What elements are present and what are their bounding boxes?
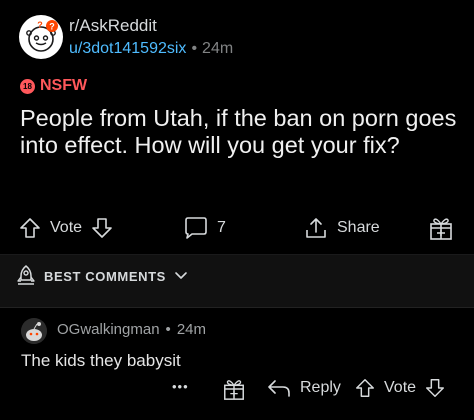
comment-bubble-icon — [183, 216, 209, 240]
rocket-icon — [16, 264, 36, 289]
post-title[interactable]: People from Utah, if the ban on porn goe… — [20, 105, 460, 159]
upvote-arrow-icon[interactable] — [18, 216, 42, 240]
gift-icon — [428, 214, 454, 242]
post-card: ? ? r/AskReddit u/3dot141592six • 24m 18 N… — [0, 0, 474, 254]
post-action-bar: Vote 7 Share — [0, 210, 474, 248]
comment-author[interactable]: OGwalkingman — [57, 321, 160, 338]
subreddit-avatar[interactable]: ? ? — [19, 15, 63, 59]
post-vote-group: Vote — [18, 216, 114, 240]
share-icon — [303, 216, 329, 240]
comment-time: 24m — [176, 321, 206, 338]
post-author[interactable]: u/3dot141592six — [69, 40, 186, 57]
subreddit-name[interactable]: r/AskReddit — [69, 16, 157, 36]
reply-label: Reply — [300, 379, 341, 396]
downvote-arrow-icon[interactable] — [90, 216, 114, 240]
gift-icon — [222, 376, 246, 402]
snoo-avatar-icon — [21, 318, 47, 344]
nsfw-label: NSFW — [40, 77, 88, 94]
comment-count: 7 — [217, 219, 226, 236]
comments-button[interactable]: 7 — [183, 216, 226, 240]
sort-selector[interactable]: BEST COMMENTS — [16, 264, 188, 289]
svg-text:?: ? — [37, 20, 43, 30]
meta-separator: • — [165, 321, 171, 338]
downvote-arrow-icon[interactable] — [424, 377, 446, 399]
more-options-button[interactable]: ••• — [172, 379, 189, 394]
svg-text:?: ? — [49, 22, 55, 32]
award-button[interactable] — [428, 214, 454, 242]
post-meta: u/3dot141592six • 24m — [69, 40, 233, 58]
reply-arrow-icon — [266, 377, 292, 399]
nsfw-tag: 18 NSFW — [20, 77, 87, 95]
comment-vote-label: Vote — [384, 379, 417, 396]
comment-body: The kids they babysit — [21, 351, 181, 370]
share-button[interactable]: Share — [303, 216, 380, 240]
reply-button[interactable]: Reply — [266, 377, 341, 399]
sort-label: BEST COMMENTS — [44, 269, 166, 284]
comment-action-bar: ••• Reply Vote — [0, 376, 474, 404]
meta-separator: • — [191, 40, 198, 57]
nsfw-18-icon: 18 — [20, 78, 35, 94]
askreddit-logo-icon: ? ? — [20, 16, 62, 58]
more-dots-icon: ••• — [172, 379, 189, 394]
post-time: 24m — [202, 40, 234, 57]
comment-award-button[interactable] — [222, 376, 246, 402]
share-label: Share — [337, 219, 380, 236]
comment-vote-group: Vote — [354, 377, 446, 399]
chevron-down-icon — [174, 269, 188, 284]
post-vote-label: Vote — [50, 219, 83, 236]
upvote-arrow-icon[interactable] — [354, 377, 376, 399]
comment-meta: OGwalkingman • 24m — [57, 321, 206, 338]
comment-avatar[interactable] — [21, 318, 47, 344]
